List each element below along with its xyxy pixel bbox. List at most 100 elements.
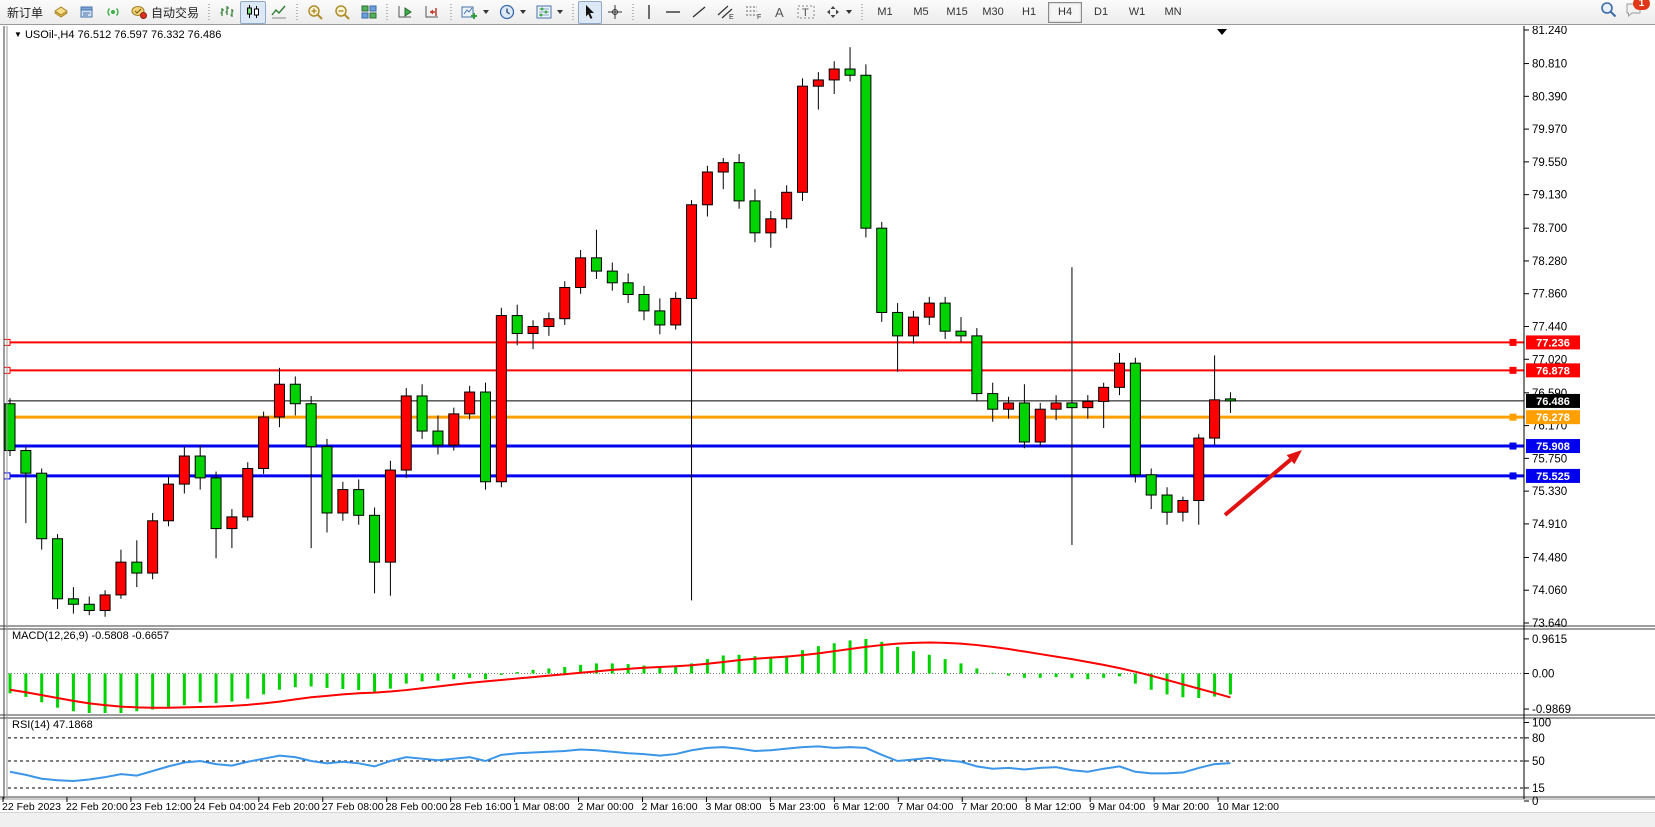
price-tick-label: 80.810: [1532, 59, 1567, 71]
cursor-arrow-icon: [583, 4, 597, 20]
candle-up: [687, 205, 697, 299]
templates-button[interactable]: [531, 1, 568, 24]
candlestick-chart-button[interactable]: [240, 1, 266, 24]
candle-down: [417, 396, 427, 431]
candle-down: [956, 331, 966, 336]
candle-down: [84, 604, 94, 610]
candle-down: [861, 75, 871, 228]
chart-shift-button[interactable]: [419, 1, 446, 24]
candle-down: [512, 316, 522, 334]
toolbar-grip[interactable]: [860, 4, 864, 21]
candle-down: [211, 478, 221, 529]
candle-up: [1194, 438, 1204, 500]
candle-down: [1130, 363, 1140, 475]
auto-trading-button[interactable]: 自动交易: [126, 1, 204, 24]
candle-up: [1004, 403, 1014, 409]
timeframe-m30-button[interactable]: M30: [976, 2, 1010, 23]
tile-windows-button[interactable]: [356, 1, 382, 24]
candle-down: [639, 295, 649, 311]
candle-down: [750, 201, 760, 233]
toolbar-grip[interactable]: [385, 4, 389, 21]
text-label-icon: T: [797, 4, 815, 20]
trade-group: 新订单 自动交易: [2, 0, 204, 25]
macd-main-value: -0.5808: [91, 630, 128, 642]
time-tick-label: 24 Feb 20:00: [258, 801, 320, 812]
chart-canvas[interactable]: 81.24080.81080.39079.97079.55079.13078.7…: [0, 26, 1655, 812]
rsi-value: 47.1868: [53, 719, 93, 731]
fibonacci-button[interactable]: F: [740, 1, 768, 24]
vertical-line-button[interactable]: [638, 1, 660, 24]
candle-down: [21, 451, 31, 474]
candle-down: [433, 431, 443, 445]
timeframe-h1-button[interactable]: H1: [1012, 2, 1046, 23]
indicators-button[interactable]: [456, 1, 494, 24]
new-order-button[interactable]: 新订单: [2, 1, 48, 24]
price-tick-label: 75.750: [1532, 453, 1567, 465]
timeframe-mn-button[interactable]: MN: [1156, 2, 1190, 23]
price-tick-label: 79.130: [1532, 190, 1567, 202]
price-tick-label: 81.240: [1532, 26, 1567, 37]
candle-up: [100, 595, 110, 611]
equidistant-channel-button[interactable]: E: [712, 1, 740, 24]
candle-up: [148, 521, 158, 573]
arrows-button[interactable]: [820, 1, 857, 24]
periods-button[interactable]: [494, 1, 531, 24]
toolbar-grip[interactable]: [631, 4, 635, 21]
candle-up: [1115, 363, 1125, 387]
rsi-tick-label: 15: [1532, 783, 1545, 795]
macd-tick-label: 0.9615: [1532, 634, 1567, 646]
crosshair-button[interactable]: [602, 1, 628, 24]
bar-chart-button[interactable]: [214, 1, 240, 24]
trendline-button[interactable]: [686, 1, 712, 24]
timeframe-d1-button[interactable]: D1: [1084, 2, 1118, 23]
symbols-button[interactable]: [48, 1, 74, 24]
toolbar-grip[interactable]: [295, 4, 299, 21]
timeframe-m15-button[interactable]: M15: [940, 2, 974, 23]
candlestick-chart-icon: [245, 4, 261, 20]
zoom-in-button[interactable]: [302, 1, 329, 24]
toolbar-grip[interactable]: [449, 4, 453, 21]
auto-scroll-button[interactable]: [392, 1, 419, 24]
candle-down: [322, 447, 332, 513]
zoom-out-button[interactable]: [329, 1, 356, 24]
rsi-tick-label: 80: [1532, 733, 1545, 745]
templates-icon: [536, 4, 552, 20]
candle-up: [338, 490, 348, 513]
candle-up: [1178, 500, 1188, 512]
horizontal-line-button[interactable]: [660, 1, 686, 24]
cursor-button[interactable]: [578, 1, 602, 24]
crosshair-icon: [607, 4, 623, 20]
candle-down: [306, 404, 316, 447]
toolbar-grip[interactable]: [571, 4, 575, 21]
chart-title-collapse-icon[interactable]: ▼: [14, 30, 22, 39]
text-label-button[interactable]: T: [792, 1, 820, 24]
zoom-out-icon: [334, 4, 351, 21]
candle-up: [385, 470, 395, 562]
time-tick-label: 28 Feb 00:00: [386, 801, 448, 812]
timeframe-m5-button[interactable]: M5: [904, 2, 938, 23]
text-button[interactable]: A: [768, 1, 792, 24]
candle-up: [274, 384, 284, 417]
timeframe-h4-button[interactable]: H4: [1048, 2, 1082, 23]
vertical-line-icon: [643, 4, 655, 20]
candle-up: [798, 86, 808, 192]
symbols-icon: [53, 4, 69, 20]
candle-down: [972, 336, 982, 394]
candle-down: [481, 392, 491, 482]
rsi-tick-label: 50: [1532, 756, 1545, 768]
timeframe-m1-button[interactable]: M1: [868, 2, 902, 23]
notifications-button[interactable]: 1: [1625, 2, 1643, 23]
candle-down: [988, 394, 998, 410]
toolbar-grip[interactable]: [207, 4, 211, 21]
bar-chart-icon: [219, 4, 235, 20]
candle-down: [623, 283, 633, 295]
line-chart-button[interactable]: [266, 1, 292, 24]
chart-title: ▼ USOil-,H4 76.512 76.597 76.332 76.486: [14, 29, 221, 41]
candle-down: [290, 384, 300, 404]
search-icon[interactable]: [1600, 1, 1617, 23]
time-tick-label: 22 Feb 20:00: [66, 801, 128, 812]
candle-up: [544, 319, 554, 327]
market-watch-button[interactable]: [74, 1, 100, 24]
signals-button[interactable]: [100, 1, 126, 24]
timeframe-w1-button[interactable]: W1: [1120, 2, 1154, 23]
